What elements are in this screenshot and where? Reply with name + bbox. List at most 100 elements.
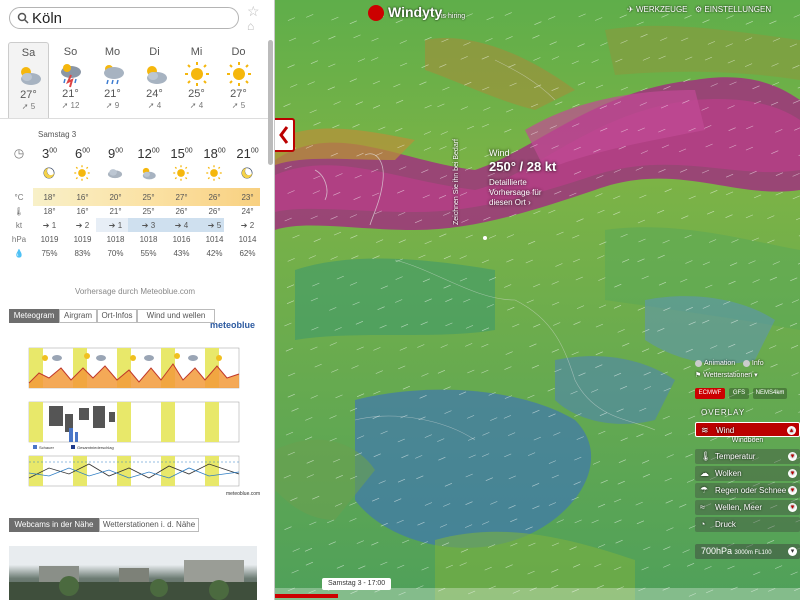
chevron-down-icon[interactable]: ▾ (788, 452, 797, 461)
hour-humidity: 43% (173, 249, 190, 258)
overlay-wind[interactable]: ≋ Wind ▴ (695, 422, 800, 437)
day-di[interactable]: Di 24° ➚ 4 (134, 42, 175, 118)
weather-map[interactable]: Windyty is hiring ✈ WERKZEUGE ⚙ EINSTELL… (275, 0, 800, 600)
overlay-header: OVERLAY (701, 408, 746, 417)
day-so[interactable]: So 21° ➚ 12 (50, 42, 91, 118)
day-temp: 27° (20, 89, 37, 101)
info-toggle[interactable]: Info (742, 360, 764, 368)
day-title: Samstag 3 (38, 130, 77, 139)
collapse-panel-button[interactable] (275, 118, 295, 152)
hour-pressure: 1016 (172, 235, 191, 244)
altitude-selector[interactable]: 700hPa 3000m FL100 ▾ (695, 544, 800, 559)
day-mo[interactable]: Mo 21° ➚ 9 (92, 42, 133, 118)
hiring-link[interactable]: is hiring (441, 13, 465, 20)
tools-menu[interactable]: ✈ WERKZEUGE (627, 5, 688, 14)
day-temp: 27° (230, 88, 247, 100)
overlay-thermometer[interactable]: 🌡 Temperatur ▾ (695, 449, 800, 464)
overlay-label: Wolken (715, 469, 742, 478)
hour-wind: ➔ 1 (33, 221, 66, 230)
webcam-image[interactable] (9, 546, 257, 600)
search-box[interactable]: Köln (9, 7, 239, 29)
hour-pressure: 1019 (73, 235, 92, 244)
wind-value: 1 (117, 221, 123, 230)
hour-wind: ➔ 4 (165, 221, 198, 230)
thunderstorm-icon (60, 64, 81, 88)
hour-humidity: 55% (140, 249, 157, 258)
scrollbar[interactable] (268, 40, 273, 165)
cloudy-sun-icon (146, 66, 167, 84)
hour-temp: 27° (175, 193, 188, 202)
popup-label: Wind (489, 148, 510, 158)
day-name: Mo (104, 46, 121, 58)
overlay-pressure[interactable]: ◔ Druck (695, 517, 800, 532)
chevron-down-icon[interactable]: ▾ (788, 469, 797, 478)
hour-pressure: 1014 (238, 235, 257, 244)
wind-arrow-icon: ➚ (61, 101, 69, 110)
tab-meteogram[interactable]: Meteogram (9, 309, 59, 323)
cloudy-sun-icon (20, 67, 41, 85)
chevron-down-icon[interactable]: ▾ (788, 503, 797, 512)
hour-wind: ➔ 5 (198, 221, 231, 230)
overlay-waves[interactable]: ≈ Wellen, Meer ▾ (695, 500, 800, 515)
location-pin[interactable] (483, 236, 487, 240)
tab-wind-und-wellen[interactable]: Wind und wellen (137, 309, 215, 323)
tab-webcams[interactable]: Webcams in der Nähe (9, 518, 99, 532)
meteoblue-credit[interactable]: Vorhersage durch Meteoblue.com (0, 287, 270, 296)
sun-icon (206, 165, 222, 181)
info-label: Info (751, 360, 764, 368)
day-wind: ➚ 5 (218, 101, 259, 110)
day-temp: 25° (188, 88, 205, 100)
chevron-up-icon[interactable]: ▴ (787, 426, 796, 435)
chevron-down-icon[interactable]: ▾ (788, 486, 797, 495)
overlay-label: Temperatur (715, 452, 756, 461)
overlay-sub-gusts[interactable]: Windböen (695, 437, 800, 447)
sun-icon (226, 62, 251, 86)
settings-label: EINSTELLUNGEN (704, 5, 772, 14)
stations-toggle[interactable]: ⚑ Wetterstationen ▾ (695, 371, 800, 379)
wind-value: 2 (84, 221, 90, 230)
popup-value: 250° / 28 kt (489, 159, 557, 174)
hour-temp: 16° (76, 193, 89, 202)
model-nems4km[interactable]: NEMS4km (753, 388, 787, 399)
hour-pressure: 1019 (40, 235, 59, 244)
wind-arrow-icon: ➔ (174, 221, 182, 230)
model-ecmwf[interactable]: ECMWF (695, 388, 725, 399)
search-icon (17, 12, 29, 24)
search-input[interactable]: Köln (32, 10, 62, 27)
animation-toggle[interactable]: Animation (695, 360, 735, 367)
hour-dew: 18° (43, 207, 56, 216)
model-gfs[interactable]: GFS (729, 388, 749, 399)
wind-arrow-icon: ➚ (105, 101, 113, 110)
day-do[interactable]: Do 27° ➚ 5 (218, 42, 259, 118)
day-mi[interactable]: Mi 25° ➚ 4 (176, 42, 217, 118)
pressure-icon: ◔ (700, 519, 706, 529)
tab-stations[interactable]: Wetterstationen i. d. Nähe (99, 518, 199, 532)
wind-value: 3 (150, 221, 156, 230)
hour-dew: 26° (175, 207, 188, 216)
forecast-panel: Köln ☆ ⌂ Sa 27° ➚ 5 So 21° ➚ 12 Mo 21° ➚ 9 Di 24° ➚… (0, 0, 275, 600)
info-radio (742, 360, 750, 367)
hour-humidity: 75% (41, 249, 58, 258)
day-name: Sa (21, 47, 36, 59)
day-sa[interactable]: Sa 27° ➚ 5 (8, 42, 49, 118)
hour-wind: ➔ 1 (99, 221, 132, 230)
overlay-cloud[interactable]: ☁ Wolken ▾ (695, 466, 800, 481)
star-icon[interactable]: ☆ (247, 3, 260, 20)
meteoblue-logo[interactable]: meteoblue (210, 320, 255, 330)
wind-arrow-icon: ➔ (42, 221, 50, 230)
wind-icon: ≋ (701, 425, 709, 435)
tab-ort-infos[interactable]: Ort-Infos (97, 309, 137, 323)
overlay-rain[interactable]: ☂ Regen oder Schnee ▾ (695, 483, 800, 498)
home-icon[interactable]: ⌂ (247, 19, 254, 33)
hour-humidity: 42% (206, 249, 223, 258)
hour-temp: 26° (208, 193, 221, 202)
tab-airgram[interactable]: Airgram (59, 309, 97, 323)
hour-temp: 20° (109, 193, 122, 202)
map-options: Animation Info ⚑ Wetterstationen ▾ (695, 360, 800, 379)
humidity-icon: 💧 (14, 249, 24, 258)
row-temp: °C 18° 16° 20° 25° 27° 26° 23° (0, 193, 268, 207)
detailed-forecast-link[interactable]: Detaillierte Vorhersage für diesen Ort › (489, 178, 559, 208)
settings-menu[interactable]: ⚙ EINSTELLUNGEN (695, 5, 771, 14)
chevron-down-icon: ▾ (788, 547, 797, 556)
hour-humidity: 70% (107, 249, 124, 258)
